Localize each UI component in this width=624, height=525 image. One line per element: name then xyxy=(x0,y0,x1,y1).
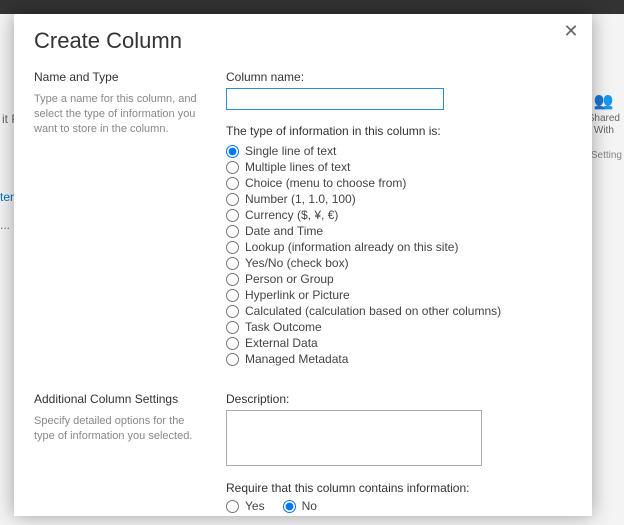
name-type-heading: Name and Type xyxy=(34,70,208,84)
column-type-label: Person or Group xyxy=(245,272,334,286)
column-type-option[interactable]: Managed Metadata xyxy=(226,352,576,366)
column-type-label: Task Outcome xyxy=(245,320,322,334)
column-type-radio[interactable] xyxy=(226,177,239,190)
column-type-option[interactable]: Single line of text xyxy=(226,144,576,158)
bg-settings-frag: Setting xyxy=(591,150,622,161)
section-name-and-type: Name and Type Type a name for this colum… xyxy=(34,64,576,386)
column-type-label: Lookup (information already on this site… xyxy=(245,240,458,254)
column-type-option[interactable]: Task Outcome xyxy=(226,320,576,334)
description-label: Description: xyxy=(226,392,576,406)
require-prompt: Require that this column contains inform… xyxy=(226,481,576,495)
column-type-radio[interactable] xyxy=(226,337,239,350)
column-type-radio[interactable] xyxy=(226,305,239,318)
people-icon: 👥 xyxy=(588,92,620,111)
bg-text-dots: ... xyxy=(0,218,10,232)
column-type-label: Hyperlink or Picture xyxy=(245,288,350,302)
column-type-radio[interactable] xyxy=(226,241,239,254)
dialog-title: Create Column xyxy=(14,14,592,64)
description-textarea[interactable] xyxy=(226,410,482,466)
create-column-dialog: ✕ Create Column Name and Type Type a nam… xyxy=(14,14,592,516)
column-type-option[interactable]: Number (1, 1.0, 100) xyxy=(226,192,576,206)
column-type-option[interactable]: Choice (menu to choose from) xyxy=(226,176,576,190)
name-type-help: Type a name for this column, and select … xyxy=(34,92,208,137)
column-type-label: Date and Time xyxy=(245,224,323,238)
column-type-option[interactable]: Currency ($, ¥, €) xyxy=(226,208,576,222)
column-type-radio[interactable] xyxy=(226,289,239,302)
column-name-label: Column name: xyxy=(226,70,576,84)
require-radio[interactable] xyxy=(226,500,239,513)
column-type-option[interactable]: Person or Group xyxy=(226,272,576,286)
require-label: No xyxy=(302,499,317,513)
type-prompt: The type of information in this column i… xyxy=(226,124,576,138)
column-type-radio[interactable] xyxy=(226,209,239,222)
column-type-option[interactable]: Calculated (calculation based on other c… xyxy=(226,304,576,318)
section-additional-settings: Additional Column Settings Specify detai… xyxy=(34,386,576,516)
column-type-label: Yes/No (check box) xyxy=(245,256,349,270)
require-radio[interactable] xyxy=(283,500,296,513)
column-type-radio[interactable] xyxy=(226,353,239,366)
top-bar xyxy=(0,0,624,14)
column-type-label: External Data xyxy=(245,336,318,350)
dialog-scroll-area[interactable]: Name and Type Type a name for this colum… xyxy=(14,64,592,516)
column-type-option[interactable]: Yes/No (check box) xyxy=(226,256,576,270)
shared-with-command[interactable]: 👥 Shared With xyxy=(588,92,620,137)
additional-help: Specify detailed options for the type of… xyxy=(34,414,208,444)
column-type-radio[interactable] xyxy=(226,257,239,270)
close-icon[interactable]: ✕ xyxy=(560,20,582,42)
column-type-radio[interactable] xyxy=(226,321,239,334)
require-label: Yes xyxy=(245,499,265,513)
additional-heading: Additional Column Settings xyxy=(34,392,208,406)
column-type-label: Single line of text xyxy=(245,144,336,158)
column-type-option[interactable]: Multiple lines of text xyxy=(226,160,576,174)
column-type-label: Managed Metadata xyxy=(245,352,348,366)
column-type-label: Currency ($, ¥, €) xyxy=(245,208,338,222)
require-option[interactable]: No xyxy=(283,499,317,513)
column-type-label: Choice (menu to choose from) xyxy=(245,176,406,190)
column-type-radio[interactable] xyxy=(226,225,239,238)
column-type-label: Number (1, 1.0, 100) xyxy=(245,192,356,206)
column-type-label: Multiple lines of text xyxy=(245,160,350,174)
column-name-input[interactable] xyxy=(226,88,444,110)
column-type-radio[interactable] xyxy=(226,145,239,158)
column-type-option[interactable]: External Data xyxy=(226,336,576,350)
column-type-option[interactable]: Lookup (information already on this site… xyxy=(226,240,576,254)
column-type-label: Calculated (calculation based on other c… xyxy=(245,304,501,318)
shared-with-label: Shared With xyxy=(588,113,620,136)
column-type-radio[interactable] xyxy=(226,193,239,206)
column-type-radio[interactable] xyxy=(226,161,239,174)
column-type-option[interactable]: Hyperlink or Picture xyxy=(226,288,576,302)
require-option[interactable]: Yes xyxy=(226,499,265,513)
column-type-radio[interactable] xyxy=(226,273,239,286)
column-type-option[interactable]: Date and Time xyxy=(226,224,576,238)
